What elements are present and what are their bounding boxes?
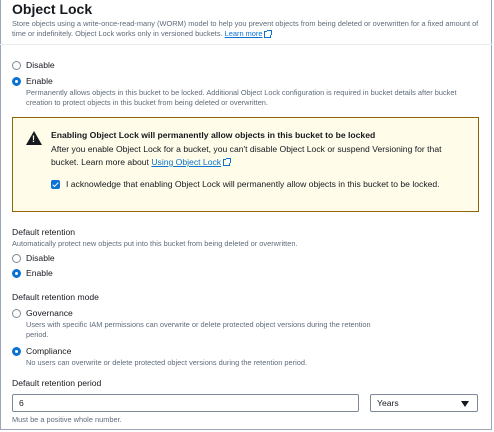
default-retention-heading: Default retention <box>12 227 76 237</box>
object-lock-enable-radio[interactable] <box>12 77 21 86</box>
compliance-description: No users can overwrite or delete protect… <box>26 358 307 367</box>
compliance-radio[interactable] <box>12 347 21 356</box>
warning-alert: Enabling Object Lock will permanently al… <box>12 117 479 212</box>
retention-unit-value: Years <box>377 398 399 408</box>
warning-icon <box>26 131 42 145</box>
retention-unit-select[interactable]: Years <box>370 394 478 412</box>
chevron-down-icon <box>461 401 469 407</box>
acknowledge-checkbox[interactable] <box>51 180 60 189</box>
warning-text: After you enable Object Lock for a bucke… <box>51 144 442 167</box>
object-lock-enable-description: Permanently allows objects in this bucke… <box>26 88 457 107</box>
default-retention-enable-label: Enable <box>26 268 53 278</box>
external-link-icon <box>223 158 232 167</box>
compliance-label: Compliance <box>26 346 72 356</box>
object-lock-disable-radio[interactable] <box>12 61 21 70</box>
governance-label: Governance <box>26 308 73 318</box>
object-lock-enable-label: Enable <box>26 76 53 86</box>
external-link-icon <box>264 29 273 38</box>
default-retention-disable-label: Disable <box>26 253 55 263</box>
warning-title: Enabling Object Lock will permanently al… <box>51 130 376 140</box>
using-object-lock-link[interactable]: Using Object Lock <box>151 157 221 167</box>
retention-period-hint: Must be a positive whole number. <box>12 415 122 424</box>
retention-period-heading: Default retention period <box>12 378 102 388</box>
default-retention-disable-radio[interactable] <box>12 254 21 263</box>
learn-more-link[interactable]: Learn more <box>225 29 263 38</box>
retention-period-input[interactable]: 6 <box>12 394 359 412</box>
default-retention-enable-radio[interactable] <box>12 269 21 278</box>
section-description: Store objects using a write-once-read-ma… <box>12 19 479 38</box>
governance-radio[interactable] <box>12 309 21 318</box>
divider <box>0 44 492 45</box>
section-title: Object Lock <box>12 1 93 17</box>
default-retention-description: Automatically protect new objects put in… <box>12 239 298 248</box>
governance-description: Users with specific IAM permissions can … <box>26 320 371 339</box>
object-lock-disable-label: Disable <box>26 60 55 70</box>
acknowledge-label: I acknowledge that enabling Object Lock … <box>66 179 440 189</box>
retention-mode-heading: Default retention mode <box>12 292 99 302</box>
